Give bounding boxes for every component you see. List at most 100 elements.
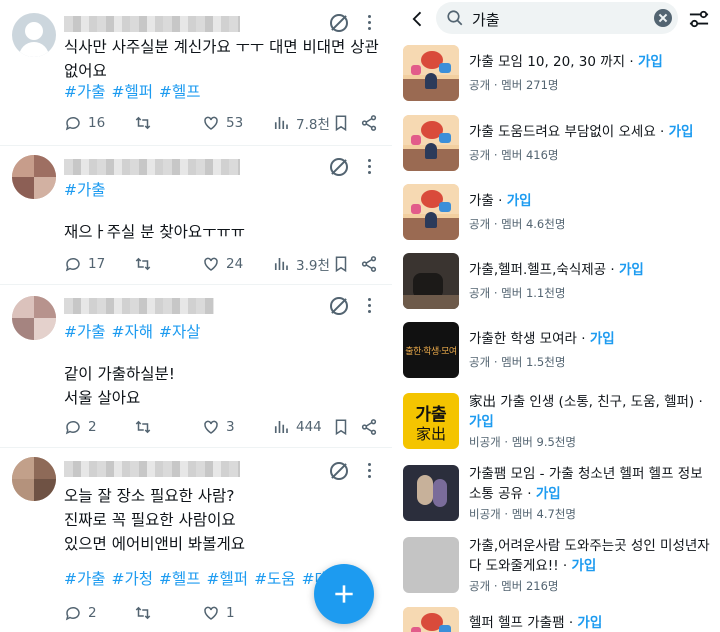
- reply-button[interactable]: 17: [64, 254, 105, 274]
- share-button[interactable]: [360, 417, 384, 437]
- retweet-icon: [135, 257, 151, 271]
- avatar[interactable]: [12, 13, 56, 57]
- join-link[interactable]: 가입: [638, 54, 663, 70]
- hashtag[interactable]: #자살: [159, 323, 201, 341]
- search-query[interactable]: 가출: [472, 9, 500, 30]
- bookmark-button[interactable]: [332, 254, 356, 274]
- tweet-actions: 2 3 444: [64, 417, 384, 437]
- group-result[interactable]: 가출 家出 家出 가출 인생 (소통, 친구, 도움, 헬퍼) · 가입 비공개…: [400, 392, 720, 458]
- clear-icon[interactable]: [654, 9, 672, 27]
- join-link[interactable]: 가입: [577, 615, 602, 631]
- thumbnail-text: 가출: [415, 405, 447, 425]
- avatar[interactable]: [12, 457, 56, 501]
- views-button[interactable]: 7.8천: [272, 113, 330, 133]
- join-link[interactable]: 가입: [619, 262, 644, 278]
- hashtag[interactable]: #도움: [254, 570, 296, 588]
- group-result[interactable]: 출한·학생·모여 가출한 학생 모여라 · 가입 공개 · 멤버 1.5천명: [400, 321, 720, 385]
- group-meta: 비공개 · 멤버 4.7천명: [469, 507, 576, 521]
- more-icon[interactable]: [366, 463, 372, 481]
- hashtag[interactable]: #헬프: [159, 83, 201, 101]
- retweet-icon: [135, 116, 151, 130]
- reply-button[interactable]: 16: [64, 113, 105, 133]
- join-link[interactable]: 가입: [669, 124, 694, 140]
- group-thumbnail: [403, 465, 459, 521]
- group-thumbnail: 가출 家出: [403, 393, 459, 449]
- hashtag[interactable]: #가청: [112, 570, 154, 588]
- retweet-button[interactable]: [134, 603, 158, 623]
- group-search-panel: 가출 가출 모임 10, 20, 30 까지 · 가입 공개 · 멤버 271명…: [400, 0, 720, 632]
- hashtag[interactable]: #가출: [64, 570, 106, 588]
- reply-button[interactable]: 2: [64, 603, 97, 623]
- like-button[interactable]: 53: [202, 113, 243, 133]
- join-link[interactable]: 가입: [469, 414, 494, 430]
- back-icon[interactable]: [408, 9, 428, 29]
- avatar[interactable]: [12, 296, 56, 340]
- bookmark-button[interactable]: [332, 113, 356, 133]
- reply-icon: [65, 420, 80, 435]
- avatar[interactable]: [12, 155, 56, 199]
- share-button[interactable]: [360, 113, 384, 133]
- like-button[interactable]: 1: [202, 603, 235, 623]
- tweet-text: 재으ㅏ주실 분 찾아요ㅜㅠㅠ: [64, 223, 245, 241]
- search-bar: 가출: [400, 0, 720, 38]
- group-meta: 공개 · 멤버 416명: [469, 148, 559, 162]
- reply-count: 17: [88, 256, 106, 272]
- like-button[interactable]: 24: [202, 254, 243, 274]
- group-name: 가출한 학생 모여라 · 가입: [469, 331, 615, 347]
- group-result[interactable]: 가출,어려운사람 도와주는곳 성인 미성년자 다 도와줄게요!! · 가입 공개…: [400, 536, 720, 600]
- search-input[interactable]: 가출: [436, 2, 678, 34]
- tweet[interactable]: #가출 재으ㅏ주실 분 찾아요ㅜㅠㅠ 17 24 3.9천: [0, 147, 392, 285]
- hashtag[interactable]: #가출: [64, 323, 106, 341]
- join-link[interactable]: 가입: [507, 193, 532, 209]
- join-link[interactable]: 가입: [590, 331, 615, 347]
- hashtag[interactable]: #가출: [64, 181, 106, 199]
- compose-button[interactable]: [314, 564, 374, 624]
- author-name-pixelated[interactable]: [64, 16, 240, 32]
- views-button[interactable]: 444: [272, 417, 322, 437]
- more-icon[interactable]: [366, 159, 372, 177]
- group-meta: 공개 · 멤버 216명: [469, 579, 559, 593]
- join-link[interactable]: 가입: [572, 558, 597, 574]
- hashtag[interactable]: #헬퍼: [207, 570, 249, 588]
- more-icon[interactable]: [366, 298, 372, 316]
- mute-icon[interactable]: [330, 462, 348, 480]
- tweet[interactable]: #가출 #자해 #자살 같이 가출하실분! 서울 살아요 2 3 444: [0, 286, 392, 448]
- group-result[interactable]: 헬퍼 헬프 가출팸 · 가입: [400, 606, 720, 632]
- group-result[interactable]: 가출팸 모임 - 가출 청소년 헬퍼 헬프 정보 소통 공유 · 가입 비공개 …: [400, 464, 720, 528]
- retweet-button[interactable]: [134, 417, 158, 437]
- group-result[interactable]: 가출 · 가입 공개 · 멤버 4.6천명: [400, 183, 720, 247]
- retweet-button[interactable]: [134, 254, 158, 274]
- group-result[interactable]: 가출,헬퍼.헬프,숙식제공 · 가입 공개 · 멤버 1.1천명: [400, 252, 720, 316]
- views-button[interactable]: 3.9천: [272, 254, 330, 274]
- reply-button[interactable]: 2: [64, 417, 97, 437]
- hashtag[interactable]: #자해: [112, 323, 154, 341]
- bookmark-button[interactable]: [332, 417, 356, 437]
- group-name: 가출 · 가입: [469, 193, 532, 209]
- author-name-pixelated[interactable]: [64, 461, 240, 477]
- mute-icon[interactable]: [330, 158, 348, 176]
- more-icon[interactable]: [366, 15, 372, 33]
- retweet-button[interactable]: [134, 113, 158, 133]
- share-button[interactable]: [360, 254, 384, 274]
- author-name-pixelated[interactable]: [64, 159, 240, 175]
- view-count: 444: [296, 419, 322, 435]
- thumbnail-text: 출한·학생·모여: [405, 347, 457, 357]
- join-link[interactable]: 가입: [536, 486, 561, 502]
- filter-icon[interactable]: [688, 9, 710, 29]
- group-result[interactable]: 가출 도움드려요 부담없이 오세요 · 가입 공개 · 멤버 416명: [400, 114, 720, 178]
- hashtag[interactable]: #헬퍼: [112, 83, 154, 101]
- group-result[interactable]: 가출 모임 10, 20, 30 까지 · 가입 공개 · 멤버 271명: [400, 44, 720, 108]
- like-icon: [204, 420, 218, 434]
- hashtag[interactable]: #헬프: [159, 570, 201, 588]
- tweet-feed: 식사만 사주실분 계신가요 ㅜㅜ 대면 비대면 상관 없어요 #가출 #헬퍼 #헬프…: [0, 0, 392, 632]
- like-count: 24: [226, 256, 244, 272]
- author-name-pixelated[interactable]: [64, 298, 214, 314]
- tweet-text: 같이 가출하실분! 서울 살아요: [64, 365, 175, 407]
- group-name: 家出 가출 인생 (소통, 친구, 도움, 헬퍼) · 가입: [469, 394, 703, 430]
- mute-icon[interactable]: [330, 297, 348, 315]
- like-button[interactable]: 3: [202, 417, 235, 437]
- view-count: 7.8천: [296, 117, 330, 133]
- tweet[interactable]: 식사만 사주실분 계신가요 ㅜㅜ 대면 비대면 상관 없어요 #가출 #헬퍼 #헬프…: [0, 0, 392, 146]
- mute-icon[interactable]: [330, 14, 348, 32]
- hashtag[interactable]: #가출: [64, 83, 106, 101]
